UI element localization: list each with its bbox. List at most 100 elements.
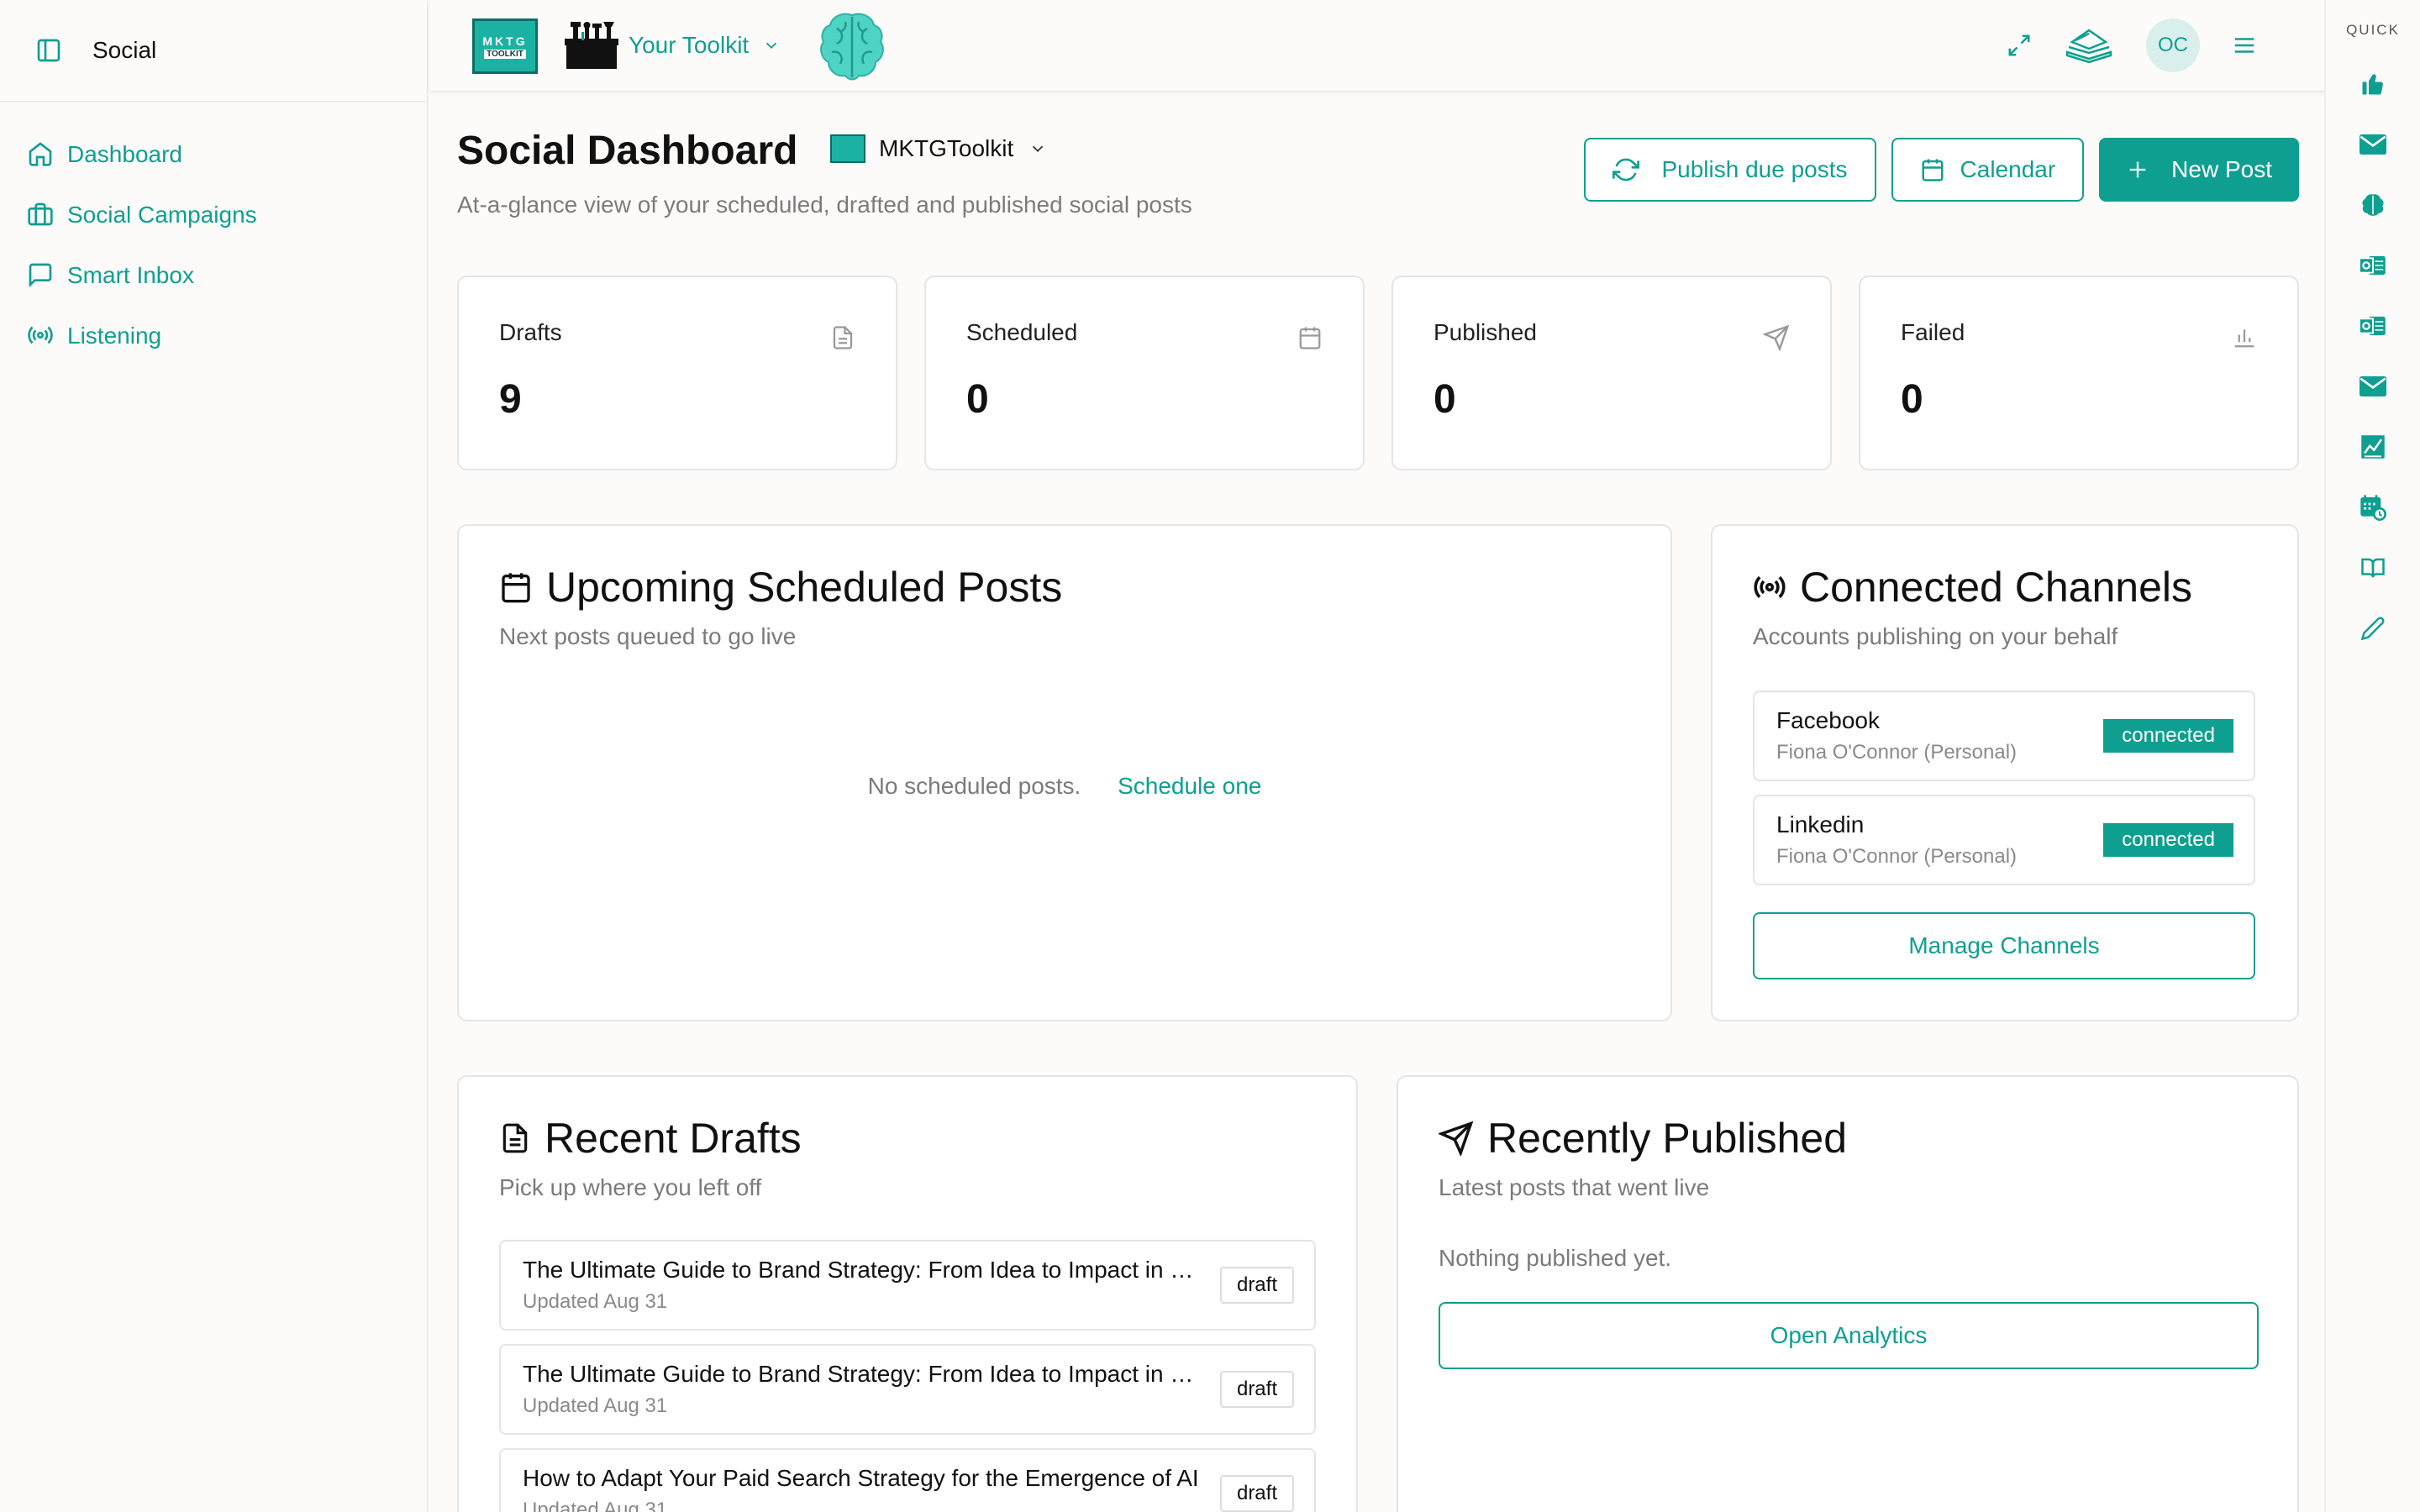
- sidebar-item-label: Listening: [67, 323, 162, 349]
- refresh-icon: [1612, 156, 1640, 183]
- quick-outlook-2[interactable]: [2326, 296, 2420, 356]
- draft-row[interactable]: The Ultimate Guide to Brand Strategy: Fr…: [499, 1344, 1316, 1435]
- draft-badge: draft: [1219, 1371, 1294, 1408]
- card-title: Recent Drafts: [499, 1114, 802, 1163]
- outlook-icon: [2360, 313, 2386, 339]
- stat-value: 9: [499, 377, 522, 422]
- channel-row-facebook[interactable]: Facebook Fiona O'Connor (Personal) conne…: [1753, 690, 2255, 781]
- stat-card-failed: Failed 0: [1859, 276, 2299, 470]
- draft-title: How to Adapt Your Paid Search Strategy f…: [523, 1465, 1199, 1491]
- outlook-icon: [2360, 253, 2386, 278]
- channel-row-linkedin[interactable]: Linkedin Fiona O'Connor (Personal) conne…: [1753, 795, 2255, 885]
- menu-icon[interactable]: [2232, 33, 2257, 58]
- upcoming-title: Upcoming Scheduled Posts: [546, 564, 1063, 611]
- recently-published-card: Recently Published Latest posts that wen…: [1397, 1075, 2299, 1512]
- stat-label: Drafts: [499, 319, 562, 345]
- publish-due-posts-button[interactable]: Publish due posts: [1584, 138, 1876, 202]
- draft-row[interactable]: How to Adapt Your Paid Search Strategy f…: [499, 1448, 1316, 1512]
- brain-icon: [2360, 192, 2386, 218]
- stat-label: Published: [1434, 319, 1537, 345]
- card-subtitle: Accounts publishing on your behalf: [1753, 623, 2118, 649]
- briefcase-icon: [27, 201, 55, 229]
- quick-schedule[interactable]: [2326, 477, 2420, 538]
- radio-icon: [1753, 570, 1786, 604]
- pencil-icon: [2360, 616, 2386, 641]
- sidebar-title: Social: [92, 37, 157, 63]
- top-bar: MKTG TOOLKIT Your Toolkit OC: [430, 0, 2324, 92]
- card-title: Recently Published: [1439, 1114, 1847, 1163]
- stat-card-drafts: Drafts 9: [457, 276, 897, 470]
- send-icon: [1439, 1121, 1474, 1156]
- draft-title: The Ultimate Guide to Brand Strategy: Fr…: [523, 1257, 1202, 1283]
- published-title: Recently Published: [1487, 1115, 1848, 1162]
- mktg-toolkit-logo[interactable]: MKTG TOOLKIT: [472, 18, 538, 74]
- empty-text: Nothing published yet.: [1439, 1245, 1672, 1271]
- status-badge: connected: [2103, 719, 2233, 753]
- chart-icon: [2360, 434, 2386, 459]
- new-post-button[interactable]: New Post: [2099, 138, 2299, 202]
- send-icon: [1763, 324, 1790, 351]
- sidebar-nav: Dashboard Social Campaigns Smart Inbox L…: [0, 102, 427, 366]
- card-title: Upcoming Scheduled Posts: [499, 563, 1062, 612]
- quick-mail[interactable]: [2326, 114, 2420, 175]
- calendar-icon: [1297, 324, 1323, 351]
- radio-icon: [27, 322, 55, 350]
- thumbs-up-icon: [2360, 71, 2386, 97]
- channels-title: Connected Channels: [1800, 564, 2192, 611]
- draft-title: The Ultimate Guide to Brand Strategy: Fr…: [523, 1361, 1202, 1387]
- draft-row[interactable]: The Ultimate Guide to Brand Strategy: Fr…: [499, 1240, 1316, 1331]
- quick-analytics[interactable]: [2326, 417, 2420, 477]
- bar-chart-icon: [2232, 324, 2257, 349]
- chevron-down-icon: [762, 36, 781, 55]
- connected-channels-card: Connected Channels Accounts publishing o…: [1711, 524, 2299, 1021]
- card-subtitle: Next posts queued to go live: [499, 623, 797, 649]
- sidebar-toggle-icon[interactable]: [35, 37, 62, 64]
- schedule-one-link[interactable]: Schedule one: [1118, 773, 1261, 799]
- toolkit-dropdown[interactable]: Your Toolkit: [629, 32, 781, 59]
- sidebar-item-label: Social Campaigns: [67, 202, 257, 228]
- calendar-label: Calendar: [1960, 156, 2056, 182]
- sidebar-item-dashboard[interactable]: Dashboard: [0, 124, 427, 185]
- calendar-icon: [1920, 157, 1945, 182]
- mail-icon: [2360, 134, 2386, 155]
- stat-label: Failed: [1901, 319, 1965, 345]
- file-text-icon: [499, 1121, 531, 1156]
- message-square-icon: [27, 261, 55, 290]
- sidebar-item-listening[interactable]: Listening: [0, 306, 427, 366]
- workspace-selector[interactable]: MKTGToolkit: [830, 134, 1047, 163]
- stat-value: 0: [1434, 377, 1456, 422]
- quick-brain[interactable]: [2326, 175, 2420, 235]
- books-icon[interactable]: [2064, 27, 2114, 64]
- status-badge: connected: [2103, 823, 2233, 857]
- expand-icon[interactable]: [2007, 33, 2032, 58]
- open-analytics-button[interactable]: Open Analytics: [1439, 1302, 2259, 1369]
- book-open-icon: [2360, 555, 2386, 580]
- sidebar-item-social-campaigns[interactable]: Social Campaigns: [0, 185, 427, 245]
- workspace-logo: [830, 134, 865, 163]
- quick-mail-2[interactable]: [2326, 356, 2420, 417]
- page-title: Social Dashboard: [457, 129, 798, 173]
- manage-channels-button[interactable]: Manage Channels: [1753, 912, 2255, 979]
- quick-thumbs-up[interactable]: [2326, 54, 2420, 114]
- sidebar-item-smart-inbox[interactable]: Smart Inbox: [0, 245, 427, 306]
- quick-outlook-1[interactable]: [2326, 235, 2420, 296]
- calendar-button[interactable]: Calendar: [1891, 138, 2085, 202]
- draft-updated: Updated Aug 31: [523, 1499, 668, 1512]
- brain-icon[interactable]: [818, 10, 886, 82]
- quick-book[interactable]: [2326, 538, 2420, 598]
- logo-line1: MKTG: [482, 34, 528, 48]
- card-title: Connected Channels: [1753, 563, 2192, 612]
- calendar-clock-icon: [2360, 494, 2386, 521]
- topbar-actions: OC: [1975, 18, 2257, 72]
- new-post-label: New Post: [2171, 156, 2272, 182]
- avatar[interactable]: OC: [2146, 18, 2200, 72]
- sidebar-item-label: Smart Inbox: [67, 262, 194, 288]
- quick-bar: QUICK: [2324, 0, 2420, 1512]
- quickbar-title: QUICK: [2346, 22, 2400, 38]
- quick-edit[interactable]: [2326, 598, 2420, 659]
- stat-value: 0: [966, 377, 989, 422]
- left-sidebar: Social Dashboard Social Campaigns Smart …: [0, 0, 429, 1512]
- toolbox-icon[interactable]: [565, 20, 618, 71]
- recent-drafts-card: Recent Drafts Pick up where you left off…: [457, 1075, 1358, 1512]
- stat-label: Scheduled: [966, 319, 1078, 345]
